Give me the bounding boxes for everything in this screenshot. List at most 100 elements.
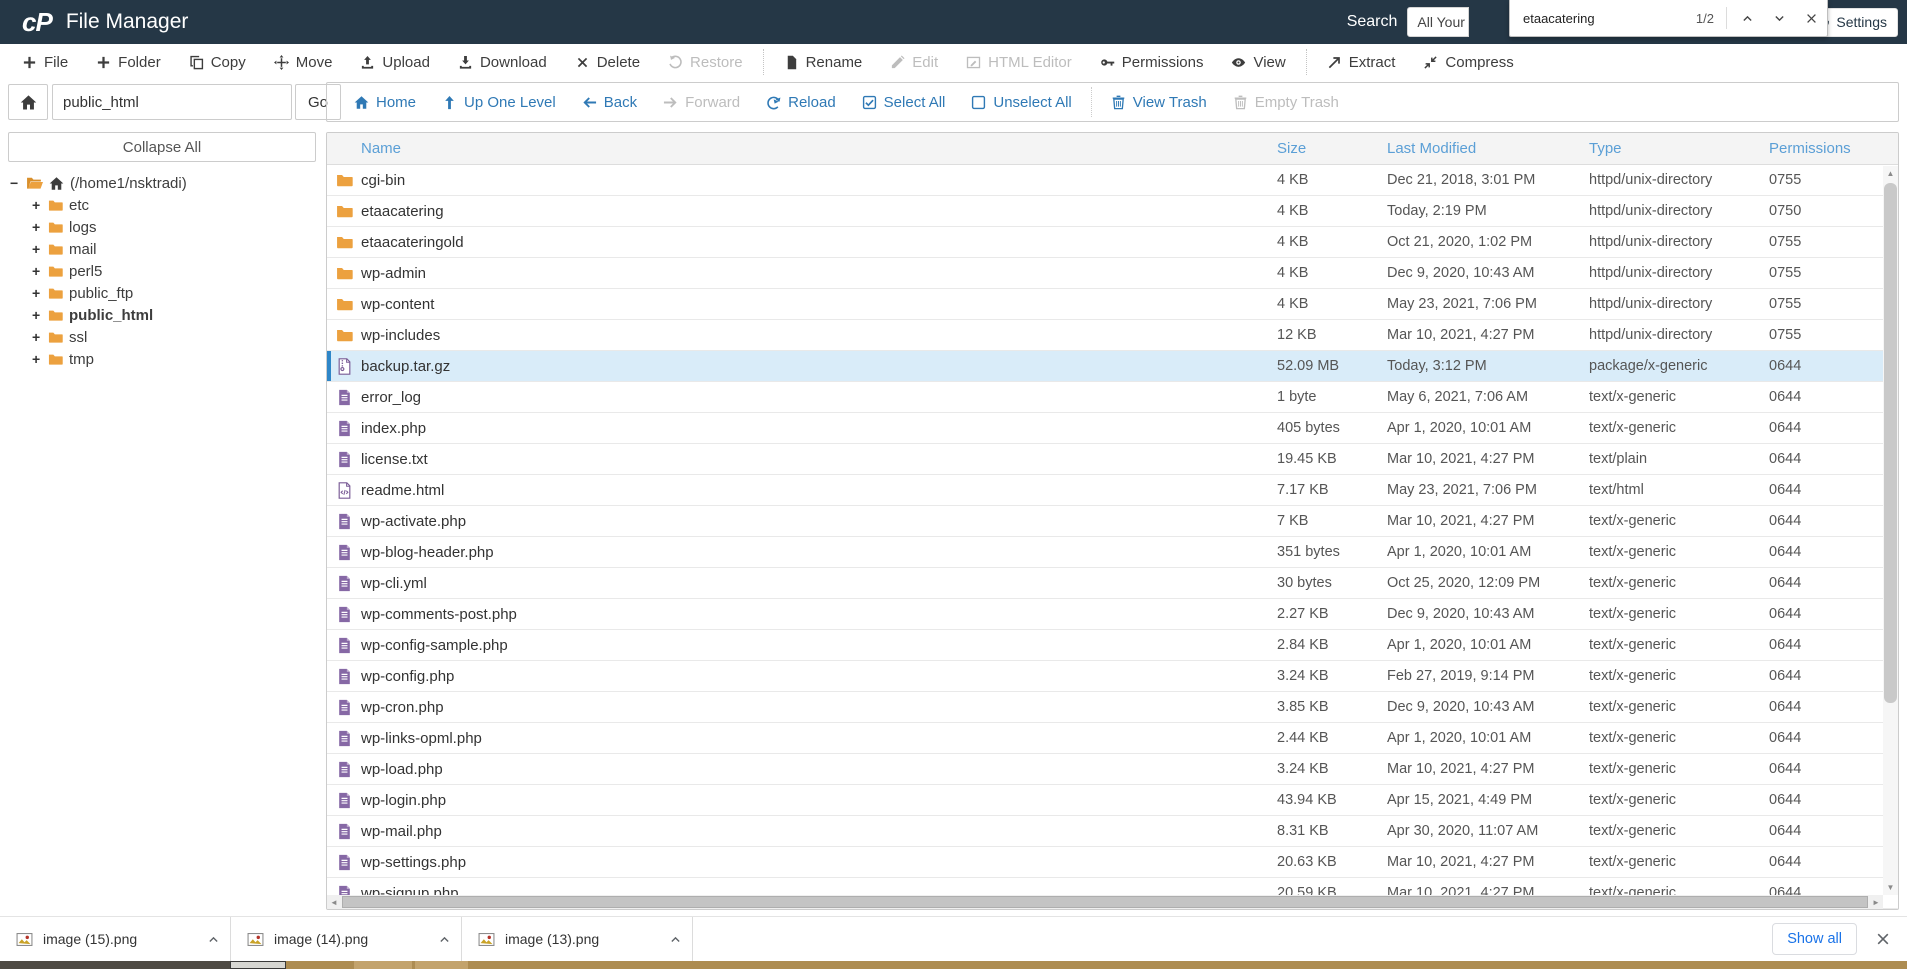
file-row-error-log[interactable]: error_log 1 byte May 6, 2021, 7:06 AM te… [327,382,1898,413]
file-row-license-txt[interactable]: license.txt 19.45 KB Mar 10, 2021, 4:27 … [327,444,1898,475]
nav-link-home[interactable]: Home [341,94,429,111]
collapse-all-button[interactable]: Collapse All [8,132,316,162]
toolbar-button-html-editor[interactable]: HTML Editor [952,47,1086,77]
nav-link-forward[interactable]: Forward [650,94,753,111]
download-item-image-13-png[interactable]: image (13).png [462,917,693,961]
column-header-permissions[interactable]: Permissions [1769,140,1849,157]
toolbar-button-copy[interactable]: Copy [175,47,260,77]
file-row-wp-includes[interactable]: wp-includes 12 KB Mar 10, 2021, 4:27 PM … [327,320,1898,351]
file-row-wp-mail-php[interactable]: wp-mail.php 8.31 KB Apr 30, 2020, 11:07 … [327,816,1898,847]
scroll-down-arrow[interactable]: ▼ [1883,880,1898,895]
file-row-index-php[interactable]: index.php 405 bytes Apr 1, 2020, 10:01 A… [327,413,1898,444]
scroll-left-arrow[interactable]: ◄ [327,895,341,909]
nav-link-back[interactable]: Back [569,94,650,111]
toolbar-button-delete[interactable]: Delete [561,47,654,77]
file-row-wp-content[interactable]: wp-content 4 KB May 23, 2021, 7:06 PM ht… [327,289,1898,320]
find-query-input[interactable]: etaacatering [1523,11,1696,26]
expand-toggle[interactable]: + [32,307,42,323]
file-row-wp-settings-php[interactable]: wp-settings.php 20.63 KB Mar 10, 2021, 4… [327,847,1898,878]
file-row-wp-cron-php[interactable]: wp-cron.php 3.85 KB Dec 9, 2020, 10:43 A… [327,692,1898,723]
file-row-wp-links-opml-php[interactable]: wp-links-opml.php 2.44 KB Apr 1, 2020, 1… [327,723,1898,754]
show-all-downloads-button[interactable]: Show all [1772,923,1857,955]
file-row-wp-cli-yml[interactable]: wp-cli.yml 30 bytes Oct 25, 2020, 12:09 … [327,568,1898,599]
download-menu-button[interactable] [669,933,682,946]
expand-toggle[interactable]: + [32,197,42,213]
file-row-wp-config-php[interactable]: wp-config.php 3.24 KB Feb 27, 2019, 9:14… [327,661,1898,692]
nav-link-select-all[interactable]: Select All [849,94,959,111]
expand-toggle[interactable]: + [32,263,42,279]
search-label: Search [1347,13,1398,31]
toolbar-button-permissions[interactable]: Permissions [1086,47,1218,77]
file-row-etaacateringold[interactable]: etaacateringold 4 KB Oct 21, 2020, 1:02 … [327,227,1898,258]
vertical-scrollbar[interactable]: ▲ ▼ [1883,166,1898,895]
horizontal-scrollbar[interactable]: ◄ ► [327,895,1883,909]
file-row-wp-load-php[interactable]: wp-load.php 3.24 KB Mar 10, 2021, 4:27 P… [327,754,1898,785]
file-size: 4 KB [1277,172,1387,188]
nav-link-empty-trash[interactable]: Empty Trash [1220,94,1352,111]
tree-item-logs[interactable]: + logs [0,216,322,238]
nav-link-unselect-all[interactable]: Unselect All [958,94,1084,111]
toolbar-button-upload[interactable]: Upload [346,47,444,77]
file-row-wp-admin[interactable]: wp-admin 4 KB Dec 9, 2020, 10:43 AM http… [327,258,1898,289]
file-row-wp-blog-header-php[interactable]: wp-blog-header.php 351 bytes Apr 1, 2020… [327,537,1898,568]
file-row-backup-tar-gz[interactable]: backup.tar.gz 52.09 MB Today, 3:12 PM pa… [327,351,1898,382]
file-row-readme-html[interactable]: readme.html 7.17 KB May 23, 2021, 7:06 P… [327,475,1898,506]
find-previous-button[interactable] [1731,3,1763,33]
browser-find-bar[interactable]: etaacatering 1/2 [1509,0,1828,37]
nav-link-label: Back [604,94,637,111]
tree-item-ssl[interactable]: + ssl [0,326,322,348]
file-row-wp-activate-php[interactable]: wp-activate.php 7 KB Mar 10, 2021, 4:27 … [327,506,1898,537]
path-input[interactable] [52,84,292,120]
nav-link-reload[interactable]: Reload [753,94,849,111]
column-header-size[interactable]: Size [1277,140,1387,157]
file-row-etaacatering[interactable]: etaacatering 4 KB Today, 2:19 PM httpd/u… [327,196,1898,227]
toolbar-button-edit[interactable]: Edit [876,47,952,77]
toolbar-button-file[interactable]: File [8,47,82,77]
download-menu-button[interactable] [438,933,451,946]
tree-item-label: etc [69,197,89,214]
toolbar-button-extract[interactable]: Extract [1313,47,1410,77]
toolbar-button-restore[interactable]: Restore [654,47,757,77]
tree-item-mail[interactable]: + mail [0,238,322,260]
column-header-name[interactable]: Name [361,140,1277,157]
file-row-wp-config-sample-php[interactable]: wp-config-sample.php 2.84 KB Apr 1, 2020… [327,630,1898,661]
expand-toggle[interactable]: + [32,241,42,257]
toolbar-button-rename[interactable]: Rename [770,47,877,77]
file-row-wp-login-php[interactable]: wp-login.php 43.94 KB Apr 15, 2021, 4:49… [327,785,1898,816]
find-next-button[interactable] [1763,3,1795,33]
toolbar-button-move[interactable]: Move [260,47,347,77]
expand-toggle[interactable]: + [32,329,42,345]
tree-item-perl5[interactable]: + perl5 [0,260,322,282]
file-row-cgi-bin[interactable]: cgi-bin 4 KB Dec 21, 2018, 3:01 PM httpd… [327,165,1898,196]
search-scope-select[interactable]: All Your [1407,7,1469,37]
file-last-modified: May 23, 2021, 7:06 PM [1387,296,1589,312]
horizontal-scrollbar-thumb[interactable] [342,896,1868,908]
nav-link-up-one-level[interactable]: Up One Level [429,94,569,111]
scroll-right-arrow[interactable]: ► [1869,895,1883,909]
scroll-up-arrow[interactable]: ▲ [1883,166,1898,181]
file-row-wp-comments-post-php[interactable]: wp-comments-post.php 2.27 KB Dec 9, 2020… [327,599,1898,630]
download-item-image-15-png[interactable]: image (15).png [0,917,231,961]
downloads-bar-close-button[interactable] [1875,931,1891,947]
collapse-toggle[interactable]: − [10,175,20,191]
toolbar-button-view[interactable]: View [1217,47,1299,77]
expand-toggle[interactable]: + [32,285,42,301]
toolbar-button-folder[interactable]: Folder [82,47,175,77]
download-item-image-14-png[interactable]: image (14).png [231,917,462,961]
column-header-last-modified[interactable]: Last Modified [1387,140,1589,157]
tree-root-home[interactable]: − (/home1/nsktradi) [0,172,322,194]
download-menu-button[interactable] [207,933,220,946]
nav-link-view-trash[interactable]: View Trash [1098,94,1220,111]
column-header-type[interactable]: Type [1589,140,1769,157]
expand-toggle[interactable]: + [32,219,42,235]
tree-item-public-ftp[interactable]: + public_ftp [0,282,322,304]
toolbar-button-compress[interactable]: Compress [1409,47,1527,77]
toolbar-button-download[interactable]: Download [444,47,561,77]
tree-item-public-html[interactable]: + public_html [0,304,322,326]
vertical-scrollbar-thumb[interactable] [1884,183,1897,703]
expand-toggle[interactable]: + [32,351,42,367]
path-home-button[interactable] [8,84,48,120]
find-close-button[interactable] [1795,3,1827,33]
tree-item-etc[interactable]: + etc [0,194,322,216]
tree-item-tmp[interactable]: + tmp [0,348,322,370]
